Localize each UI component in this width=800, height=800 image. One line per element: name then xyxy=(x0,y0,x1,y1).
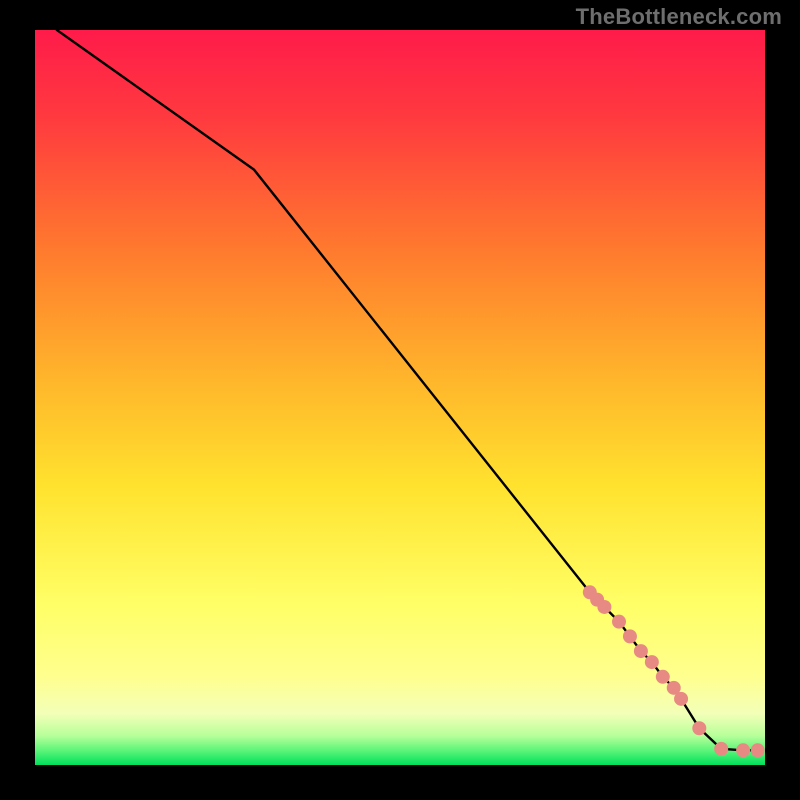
data-point-marker xyxy=(674,692,688,706)
data-point-marker xyxy=(714,742,728,756)
data-point-marker xyxy=(692,721,706,735)
data-point-marker xyxy=(634,644,648,658)
gradient-background xyxy=(35,30,765,765)
data-point-marker xyxy=(645,655,659,669)
chart-svg xyxy=(35,30,765,765)
data-point-marker xyxy=(623,629,637,643)
watermark-label: TheBottleneck.com xyxy=(576,4,782,30)
chart-frame: TheBottleneck.com xyxy=(0,0,800,800)
data-point-marker xyxy=(656,670,670,684)
data-point-marker xyxy=(612,615,626,629)
plot-area xyxy=(35,30,765,765)
data-point-marker xyxy=(597,600,611,614)
data-point-marker xyxy=(751,743,765,757)
data-point-marker xyxy=(736,743,750,757)
